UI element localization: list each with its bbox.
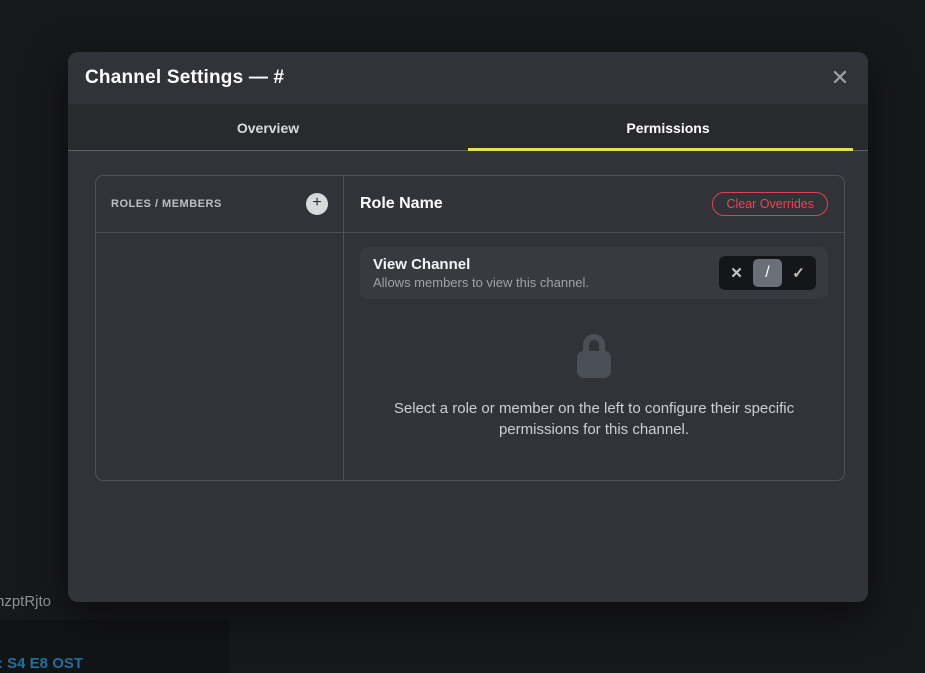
deny-icon[interactable]: ✕	[722, 259, 751, 287]
modal-body: ROLES / MEMBERS + Role Name Clear Overri…	[68, 151, 868, 602]
background-partial-text: nzptRjto	[0, 593, 51, 610]
allow-icon[interactable]: ✓	[784, 259, 813, 287]
tab-bar: Overview Permissions	[68, 104, 868, 151]
roles-members-panel: ROLES / MEMBERS +	[96, 176, 344, 480]
role-name-title: Role Name	[360, 195, 443, 213]
add-role-icon[interactable]: +	[306, 193, 328, 215]
neutral-icon[interactable]: /	[753, 259, 782, 287]
empty-state-message: Select a role or member on the left to c…	[379, 398, 809, 440]
close-icon[interactable]: ✕	[824, 62, 856, 94]
permission-text: View Channel Allows members to view this…	[373, 256, 589, 290]
permissions-header: Role Name Clear Overrides	[344, 176, 844, 233]
panels-container: ROLES / MEMBERS + Role Name Clear Overri…	[95, 175, 845, 481]
tab-permissions[interactable]: Permissions	[468, 104, 868, 151]
permission-description: Allows members to view this channel.	[373, 275, 589, 290]
modal-header: Channel Settings — # ✕	[68, 52, 868, 104]
channel-settings-modal: Channel Settings — # ✕ Overview Permissi…	[68, 52, 868, 602]
lock-icon	[575, 330, 613, 384]
empty-state: Select a role or member on the left to c…	[344, 299, 844, 480]
tab-overview[interactable]: Overview	[68, 104, 468, 151]
permissions-panel: Role Name Clear Overrides View Channel A…	[344, 176, 844, 480]
roles-members-list[interactable]	[96, 233, 343, 480]
clear-overrides-button[interactable]: Clear Overrides	[712, 192, 828, 216]
background-link-text: : S4 E8 OST	[0, 655, 83, 672]
permission-name: View Channel	[373, 256, 589, 273]
permission-toggle-group: ✕ / ✓	[719, 256, 816, 290]
permission-row-view-channel: View Channel Allows members to view this…	[360, 247, 828, 299]
modal-title: Channel Settings — #	[85, 67, 284, 89]
roles-members-label: ROLES / MEMBERS	[111, 198, 222, 210]
roles-members-header: ROLES / MEMBERS +	[96, 176, 343, 233]
